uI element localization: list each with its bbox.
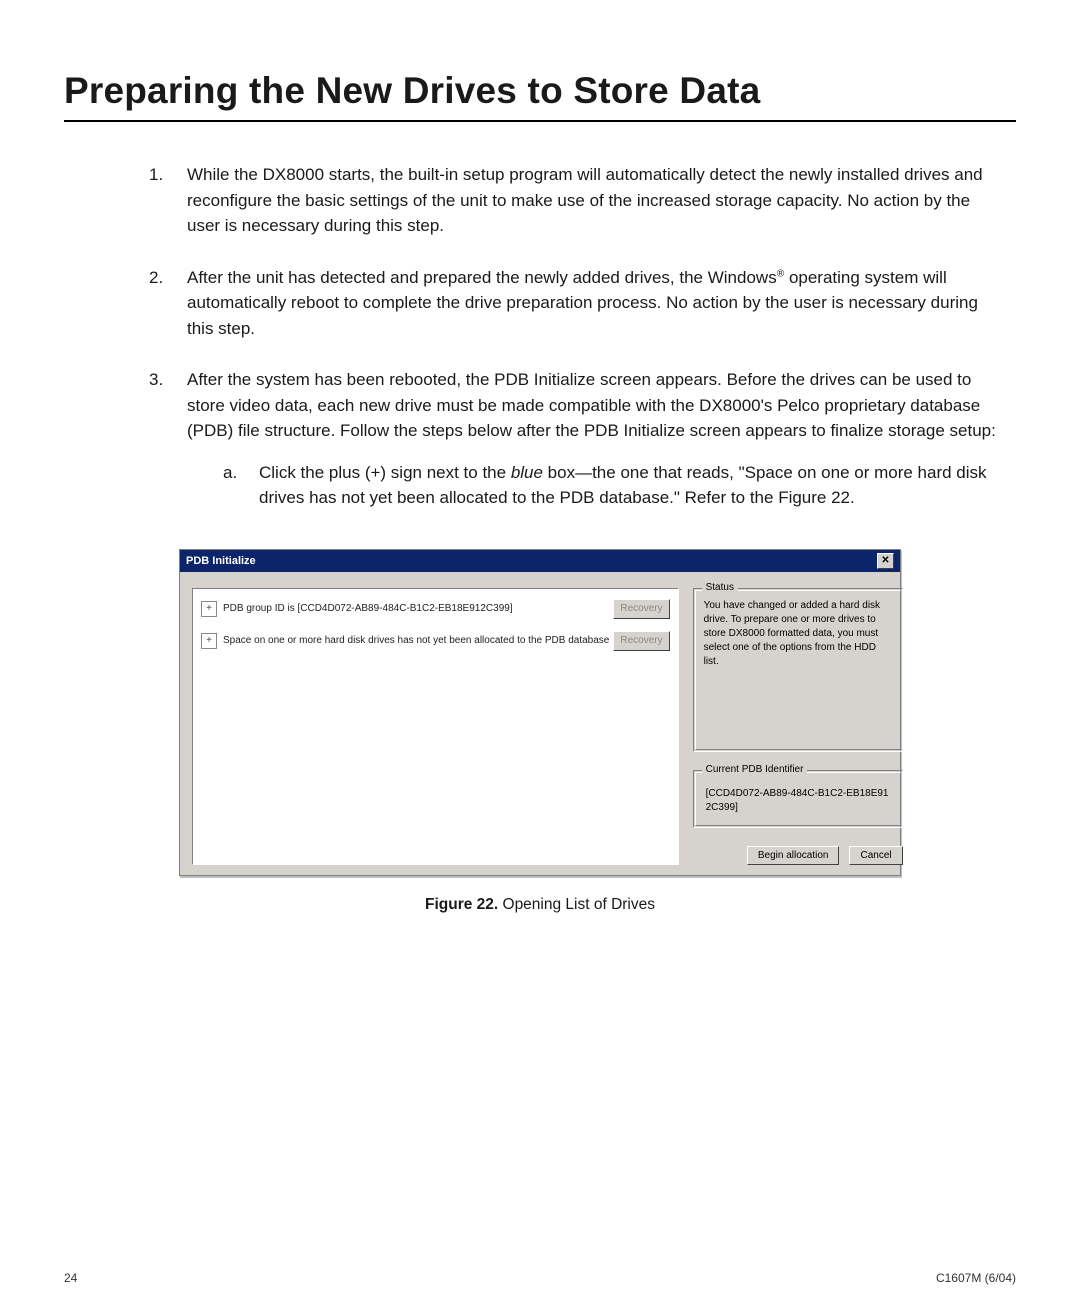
expand-plus-icon[interactable]: + bbox=[201, 633, 217, 649]
step-number: 1. bbox=[149, 162, 187, 239]
status-label: Status bbox=[702, 582, 738, 593]
figure-caption-text: Opening List of Drives bbox=[498, 896, 655, 913]
page-footer: 24 C1607M (6/04) bbox=[64, 1271, 1016, 1285]
blue-italic: blue bbox=[511, 463, 543, 482]
dialog-titlebar: PDB Initialize ✕ bbox=[180, 550, 900, 572]
expand-plus-icon[interactable]: + bbox=[201, 601, 217, 617]
identifier-value: [CCD4D072-AB89-484C-B1C2-EB18E912C399] bbox=[704, 781, 892, 815]
identifier-group: Current PDB Identifier [CCD4D072-AB89-48… bbox=[693, 770, 903, 828]
step-text: After the system has been rebooted, the … bbox=[187, 370, 996, 440]
step-number: 2. bbox=[149, 265, 187, 342]
status-text: You have changed or added a hard disk dr… bbox=[704, 599, 892, 669]
substep-number: a. bbox=[223, 460, 259, 511]
step-3: 3. After the system has been rebooted, t… bbox=[149, 367, 998, 511]
begin-allocation-button[interactable]: Begin allocation bbox=[747, 846, 840, 865]
step-2: 2. After the unit has detected and prepa… bbox=[149, 265, 998, 342]
substep-a: a. Click the plus (+) sign next to the b… bbox=[223, 460, 998, 511]
ordered-steps: 1. While the DX8000 starts, the built-in… bbox=[64, 162, 1016, 511]
dialog-title: PDB Initialize bbox=[186, 555, 256, 567]
substep-text: Click the plus (+) sign next to the blue… bbox=[259, 460, 998, 511]
recovery-button[interactable]: Recovery bbox=[613, 631, 669, 651]
step-number: 3. bbox=[149, 367, 187, 511]
step-text: After the unit has detected and prepared… bbox=[187, 265, 998, 342]
close-icon[interactable]: ✕ bbox=[877, 553, 894, 569]
right-column: Status You have changed or added a hard … bbox=[693, 588, 903, 865]
pdb-initialize-dialog: PDB Initialize ✕ + PDB group ID is [CCD4… bbox=[179, 549, 901, 876]
dialog-body: + PDB group ID is [CCD4D072-AB89-484C-B1… bbox=[180, 572, 900, 875]
drive-list-row: + Space on one or more hard disk drives … bbox=[201, 631, 670, 651]
figure-caption: Figure 22. Opening List of Drives bbox=[64, 896, 1016, 914]
row-text: PDB group ID is [CCD4D072-AB89-484C-B1C2… bbox=[217, 602, 613, 616]
figure-label: Figure 22. bbox=[425, 896, 498, 913]
drive-list-row: + PDB group ID is [CCD4D072-AB89-484C-B1… bbox=[201, 599, 670, 619]
drive-list-panel: + PDB group ID is [CCD4D072-AB89-484C-B1… bbox=[192, 588, 679, 865]
identifier-label: Current PDB Identifier bbox=[702, 764, 808, 775]
figure-22: PDB Initialize ✕ + PDB group ID is [CCD4… bbox=[64, 549, 1016, 914]
page-number: 24 bbox=[64, 1271, 77, 1285]
recovery-button[interactable]: Recovery bbox=[613, 599, 669, 619]
substep-pre: Click the plus (+) sign next to the bbox=[259, 463, 511, 482]
dialog-button-row: Begin allocation Cancel bbox=[693, 846, 903, 865]
page-heading: Preparing the New Drives to Store Data bbox=[64, 70, 1016, 122]
step-text: While the DX8000 starts, the built-in se… bbox=[187, 162, 998, 239]
step-1: 1. While the DX8000 starts, the built-in… bbox=[149, 162, 998, 239]
status-group: Status You have changed or added a hard … bbox=[693, 588, 903, 752]
doc-id: C1607M (6/04) bbox=[936, 1271, 1016, 1285]
step-text-pre: After the unit has detected and prepared… bbox=[187, 268, 777, 287]
step-body: After the system has been rebooted, the … bbox=[187, 367, 998, 511]
row-text: Space on one or more hard disk drives ha… bbox=[217, 634, 613, 648]
cancel-button[interactable]: Cancel bbox=[849, 846, 902, 865]
